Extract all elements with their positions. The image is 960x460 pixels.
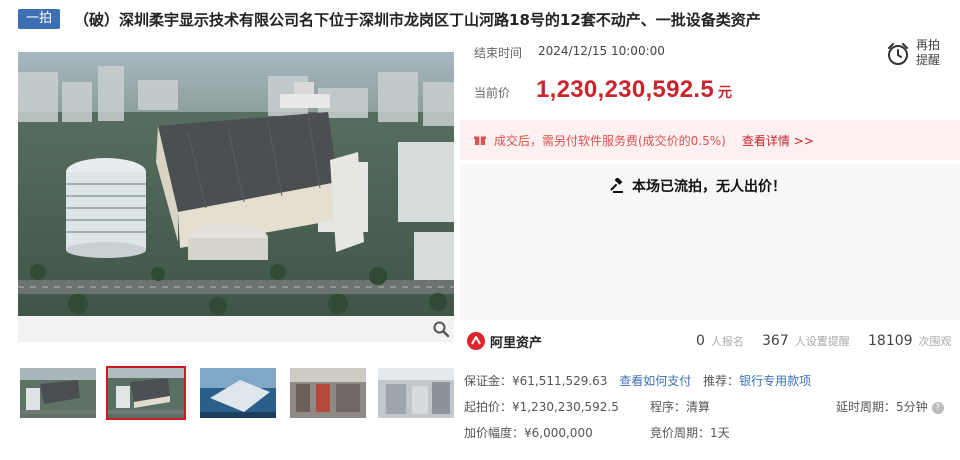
thumbnail[interactable] — [200, 368, 276, 418]
service-fee-text: 成交后，需另付软件服务费(成交价的0.5%) — [494, 133, 726, 148]
bid-cycle: 竞价周期：1天 — [650, 426, 730, 440]
current-price-label: 当前价 — [474, 86, 511, 100]
service-fee-notice: 成交后，需另付软件服务费(成交价的0.5%) 查看详情 >> — [460, 120, 960, 160]
bid-increment: 加价幅度：¥6,000,000 — [464, 426, 593, 440]
image-zoom-bar — [18, 316, 454, 342]
reauction-remind-button[interactable]: 再拍 提醒 — [886, 38, 948, 74]
views-count: 18109 — [868, 333, 913, 349]
end-time-row: 结束时间 2024/12/15 10:00:00 — [474, 44, 665, 61]
magnifier-icon[interactable] — [432, 320, 450, 338]
thumbnail-strip — [18, 366, 454, 422]
thumbnail-aerial-2 — [108, 368, 184, 418]
gift-box-icon — [474, 136, 486, 145]
reminders-label: 人设置提醒 — [794, 335, 850, 348]
brand-name: 阿里资产 — [490, 335, 543, 351]
current-price-row: 当前价 1,230,230,592.5 元 — [474, 76, 732, 104]
stats-row: 阿里资产 0 人报名 367 人设置提醒 18109 次围观 — [460, 324, 960, 358]
price-unit: 元 — [718, 85, 732, 101]
end-time-label: 结束时间 — [474, 46, 523, 60]
auction-status-box: 本场已流拍，无人出价！ — [460, 164, 960, 320]
alarm-clock-icon — [888, 43, 908, 65]
remind-label-line1: 再拍 — [916, 38, 941, 52]
reminders-count: 367 — [762, 333, 789, 349]
delay-cycle: 延时周期：5分钟 — [836, 400, 928, 414]
remind-label: 再拍 提醒 — [916, 38, 940, 68]
deposit-row: 保证金：¥61,511,529.63 查看如何支付 推荐：银行专用款项 — [464, 372, 811, 389]
views-stat: 18109 次围观 — [868, 333, 952, 349]
thumbnail-interior-4 — [290, 368, 366, 418]
auction-failed-text: 本场已流拍，无人出价！ — [632, 179, 786, 195]
views-label: 次围观 — [918, 335, 952, 348]
signups-label: 人报名 — [710, 335, 744, 348]
main-photo[interactable] — [18, 52, 454, 316]
thumbnail-active[interactable] — [106, 366, 186, 420]
round-badge: 一拍 — [18, 9, 61, 29]
remind-label-line2: 提醒 — [916, 53, 941, 67]
how-to-pay-link[interactable]: 查看如何支付 — [619, 374, 691, 388]
thumbnail-aerial-1 — [20, 368, 96, 418]
fee-details-link[interactable]: 查看详情 >> — [742, 132, 814, 149]
thumbnail[interactable] — [20, 368, 96, 418]
ali-assets-logo-icon — [467, 332, 485, 350]
auction-info-panel: 结束时间 2024/12/15 10:00:00 再拍 提醒 当前价 1,230… — [460, 0, 960, 460]
bank-funds-link[interactable]: 银行专用款项 — [739, 374, 811, 388]
thumbnail-interior-5 — [378, 368, 454, 418]
procedure: 程序：清算 — [650, 400, 711, 414]
signups-count: 0 — [696, 333, 705, 349]
thumbnail[interactable] — [378, 368, 454, 418]
signups-stat: 0 人报名 — [696, 333, 744, 349]
end-time-value: 2024/12/15 10:00:00 — [538, 44, 665, 58]
deposit-value: 保证金：¥61,511,529.63 — [464, 374, 608, 388]
thumbnail[interactable] — [290, 368, 366, 418]
brand[interactable]: 阿里资产 — [466, 331, 542, 351]
status-line: 本场已流拍，无人出价！ — [610, 176, 786, 196]
gavel-icon — [610, 178, 623, 193]
recommend-label: 推荐： — [703, 374, 740, 388]
reminders-stat: 367 人设置提醒 — [762, 333, 850, 349]
help-icon[interactable]: ? — [931, 401, 944, 414]
current-price-value: 1,230,230,592.5 — [536, 76, 714, 103]
start-price: 起拍价：¥1,230,230,592.5 — [464, 400, 619, 414]
aerial-campus-photo — [18, 52, 454, 316]
thumbnail-render-3 — [200, 368, 276, 418]
delay-cycle-row: 延时周期：5分钟? — [836, 398, 944, 415]
